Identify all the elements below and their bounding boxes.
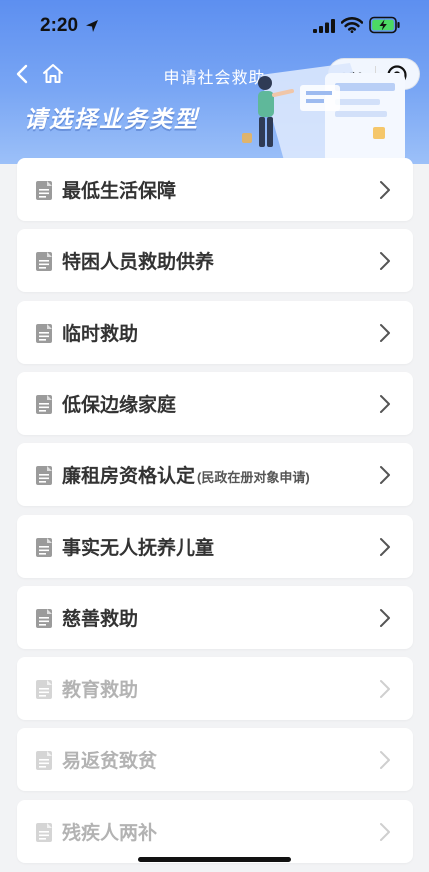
service-item-title: 事实无人抚养儿童 <box>62 537 215 559</box>
header-banner: 2:20 申请社会救助 请选择业务类型 <box>0 0 429 164</box>
cellular-signal-icon <box>313 19 335 33</box>
service-item-title: 最低生活保障 <box>62 181 177 202</box>
wifi-icon <box>341 17 363 33</box>
battery-charging-icon <box>369 16 400 34</box>
service-item-title: 易返贫致贫 <box>62 751 158 773</box>
chevron-right-icon <box>380 394 390 413</box>
chevron-right-icon <box>380 680 390 699</box>
document-icon <box>36 537 52 557</box>
chevron-right-icon <box>380 252 390 271</box>
banner-heading: 请选择业务类型 <box>24 106 199 132</box>
chevron-right-icon <box>380 608 390 627</box>
document-icon <box>36 680 52 700</box>
service-item-title: 慈善救助 <box>62 608 139 630</box>
service-item-label: 特困人员救助供养 <box>62 247 214 274</box>
chevron-right-icon <box>380 751 390 770</box>
service-item[interactable]: 残疾人两补 <box>17 799 413 863</box>
service-item-label: 慈善救助 <box>62 604 138 631</box>
service-item[interactable]: 教育救助 <box>17 657 413 721</box>
service-item[interactable]: 廉租房资格认定 (民政在册对象申请) <box>17 443 413 507</box>
service-item-title: 教育救助 <box>62 680 139 702</box>
document-icon <box>36 394 52 414</box>
service-item-label: 易返贫致贫 <box>62 746 157 773</box>
service-item[interactable]: 事实无人抚养儿童 <box>17 514 413 578</box>
service-item[interactable]: 特困人员救助供养 <box>17 229 413 293</box>
document-review-illustration <box>242 63 405 164</box>
home-indicator <box>138 857 291 862</box>
chevron-right-icon <box>380 466 390 485</box>
service-item-title: 残疾人两补 <box>62 822 158 844</box>
document-icon <box>36 466 52 486</box>
document-icon <box>36 181 52 200</box>
service-item-title: 特困人员救助供养 <box>62 252 215 274</box>
document-icon <box>36 751 52 771</box>
service-item[interactable]: 临时救助 <box>17 300 413 364</box>
document-icon <box>36 608 52 628</box>
chevron-right-icon <box>380 537 390 556</box>
service-item-label: 最低生活保障 <box>62 176 176 203</box>
service-item-label: 残疾人两补 <box>62 818 157 845</box>
status-time: 2:20 <box>40 15 79 36</box>
service-item[interactable]: 易返贫致贫 <box>17 728 413 792</box>
chevron-right-icon <box>380 181 390 199</box>
service-item-label: 事实无人抚养儿童 <box>62 533 214 560</box>
service-item[interactable]: 低保边缘家庭 <box>17 371 413 435</box>
service-item[interactable]: 最低生活保障 <box>17 158 413 221</box>
service-item-title: 临时救助 <box>62 323 139 345</box>
status-bar: 2:20 <box>0 0 429 52</box>
service-item-label: 教育救助 <box>62 675 138 702</box>
service-item-note: (民政在册对象申请) <box>197 470 310 486</box>
service-item[interactable]: 慈善救助 <box>17 585 413 649</box>
service-item-title: 廉租房资格认定 <box>62 466 196 488</box>
chevron-right-icon <box>380 822 390 841</box>
chevron-right-icon <box>380 323 390 342</box>
document-icon <box>36 822 52 842</box>
service-item-label: 临时救助 <box>62 319 138 346</box>
document-icon <box>36 323 52 343</box>
location-arrow-icon <box>86 20 98 32</box>
service-item-label: 廉租房资格认定 (民政在册对象申请) <box>62 461 310 488</box>
service-item-title: 低保边缘家庭 <box>62 394 177 416</box>
document-icon <box>36 252 52 272</box>
service-item-label: 低保边缘家庭 <box>62 390 176 417</box>
